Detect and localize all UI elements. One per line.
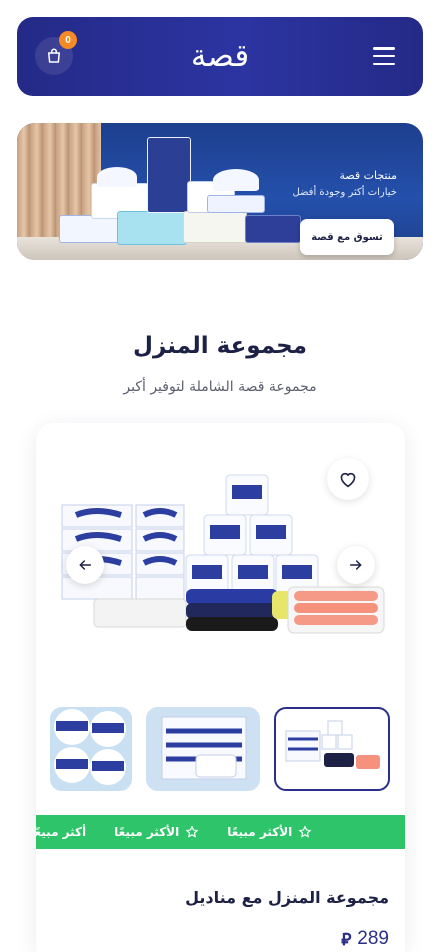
- shopping-bag-icon: [48, 48, 60, 63]
- section-title: مجموعة المنزل: [133, 333, 307, 359]
- product-thumbnail[interactable]: [146, 707, 260, 791]
- site-header: 0 قصة: [17, 17, 423, 96]
- star-icon: [298, 825, 312, 838]
- shop-with-qissa-button[interactable]: تسوق مع قصة: [300, 219, 394, 255]
- heart-icon: [340, 472, 356, 488]
- product-price: ⃁ 289: [341, 928, 389, 950]
- price-value: 289: [357, 928, 389, 949]
- promo-banner[interactable]: منتجات قصة خيارات أكثر وجودة أفضل تسوق م…: [17, 123, 423, 260]
- banner-subtitle: خيارات أكثر وجودة أفضل: [292, 187, 397, 198]
- bestseller-ribbon: أكثر مبيعًا الأكثر مبيعًا الأكثر مبيعًا: [36, 815, 405, 849]
- product-name[interactable]: مجموعة المنزل مع مناديل: [185, 888, 389, 907]
- next-image-button[interactable]: [337, 546, 375, 584]
- bestseller-badge: الأكثر مبيعًا: [114, 825, 199, 839]
- bestseller-badge: الأكثر مبيعًا: [227, 825, 312, 839]
- product-thumbnail[interactable]: [50, 707, 132, 791]
- section-subtitle: مجموعة قصة الشاملة لتوفير أكبر: [123, 379, 317, 395]
- previous-image-button[interactable]: [66, 546, 104, 584]
- arrow-left-icon: [79, 560, 92, 570]
- product-card[interactable]: أكثر مبيعًا الأكثر مبيعًا الأكثر مبيعًا …: [36, 423, 405, 952]
- arrow-right-icon: [349, 560, 362, 570]
- saudi-riyal-icon: ⃁: [341, 930, 352, 949]
- banner-title: منتجات قصة: [339, 169, 397, 182]
- star-icon: [185, 825, 199, 838]
- product-thumbnail-active[interactable]: [274, 707, 390, 791]
- cart-count-badge: 0: [59, 31, 77, 49]
- brand-logo[interactable]: قصة: [167, 35, 273, 77]
- bestseller-badge: أكثر مبيعًا: [36, 825, 87, 839]
- add-to-wishlist-button[interactable]: [327, 458, 369, 500]
- hamburger-menu-icon[interactable]: [373, 47, 395, 65]
